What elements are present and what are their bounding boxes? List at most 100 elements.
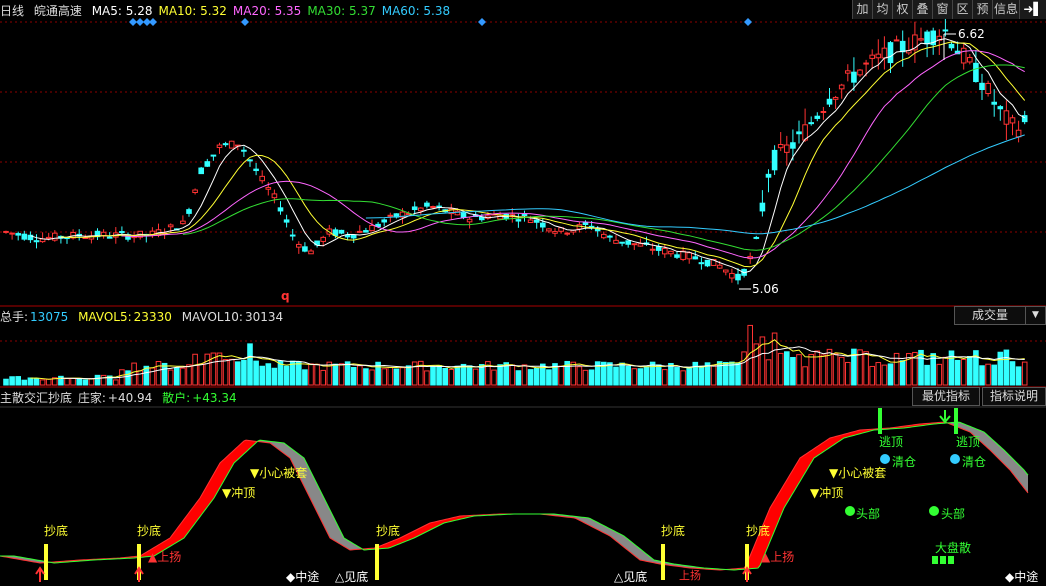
chaodi-bar xyxy=(661,544,665,580)
candle-body xyxy=(229,141,234,148)
volume-bar xyxy=(266,364,271,385)
signal-xiaoxin-1: ▼小心被套 xyxy=(250,464,307,481)
toolbar-info-button[interactable]: 信息 xyxy=(992,0,1019,19)
best-indicator-button[interactable]: 最优指标 xyxy=(912,387,980,406)
candle-body xyxy=(858,70,863,75)
volume-bar xyxy=(95,375,100,385)
toolbar-window-button[interactable]: 窗 xyxy=(932,0,952,19)
volume-bar xyxy=(364,369,369,385)
band-segment xyxy=(1026,473,1028,493)
candle-body xyxy=(583,223,588,225)
volume-bar xyxy=(370,370,375,385)
volume-bar xyxy=(242,360,247,385)
signal-shangyang-3: 上扬 xyxy=(679,567,701,583)
volume-bar xyxy=(833,354,838,385)
ma10-line xyxy=(61,42,1025,267)
volume-bar xyxy=(1010,362,1015,385)
volume-bar xyxy=(839,357,844,385)
band-segment xyxy=(796,461,798,488)
candle-body xyxy=(663,249,668,254)
main-force-label: 庄家: xyxy=(78,391,106,405)
volume-bar xyxy=(443,369,448,385)
volume-header: 总手:13075 MAVOL5:23330 MAVOL10:30134 xyxy=(0,308,289,325)
volume-bar xyxy=(809,354,814,385)
toolbar-rights-button[interactable]: 权 xyxy=(892,0,912,19)
volume-bar xyxy=(516,371,521,385)
signal-dapansan: 大盘散 xyxy=(935,539,971,556)
volume-bar xyxy=(693,362,698,385)
chaodi-bar xyxy=(375,544,379,580)
volume-bar xyxy=(34,378,39,385)
candle-body xyxy=(864,63,869,64)
candle-body xyxy=(968,58,973,62)
volume-bar xyxy=(22,380,27,385)
low-price-label: 5.06 xyxy=(752,282,779,296)
candle-body xyxy=(425,203,430,206)
volume-selector-label: 成交量 xyxy=(972,308,1008,322)
candle-body xyxy=(370,225,375,230)
q-marker: q xyxy=(281,289,290,303)
candle-body xyxy=(693,257,698,259)
volume-bar xyxy=(272,368,277,385)
volume-bar xyxy=(1004,350,1009,385)
volume-panel[interactable]: 总手:13075 MAVOL5:23330 MAVOL10:30134 成交量 … xyxy=(0,307,1046,388)
qingcang-dot-icon xyxy=(950,454,960,464)
band-segment xyxy=(212,474,214,501)
toolbar-average-button[interactable]: 均 xyxy=(872,0,892,19)
volume-bar xyxy=(71,378,76,385)
mavol5-label: MAVOL5: xyxy=(78,310,132,324)
candle-body xyxy=(284,220,289,222)
candle-body xyxy=(4,231,9,232)
indicator-panel[interactable]: 主散交汇抄底 庄家:+40.94 散户:+43.34 最优指标 指标说明 抄底 … xyxy=(0,388,1046,583)
volume-bar xyxy=(998,352,1003,385)
candle-body xyxy=(260,176,265,180)
candle-body xyxy=(22,234,27,239)
candle-body xyxy=(34,241,39,242)
candle-body xyxy=(364,231,369,233)
indicator-help-button[interactable]: 指标说明 xyxy=(982,387,1046,406)
ma-legend-item: MA60: 5.38 xyxy=(382,4,450,18)
mavol10-label: MAVOL10: xyxy=(182,310,243,324)
volume-bar xyxy=(59,376,64,385)
chaodi-bar xyxy=(44,544,48,580)
candle-body xyxy=(46,237,51,238)
volume-bar xyxy=(46,379,51,385)
toolbar-range-button[interactable]: 区 xyxy=(952,0,972,19)
band-segment xyxy=(308,466,310,498)
candle-body xyxy=(961,48,966,63)
price-chart-panel[interactable]: 6.625.06q 日线 皖通高速 MA5: 5.28MA10: 5.32MA2… xyxy=(0,0,1046,307)
candle-body xyxy=(943,30,948,31)
toolbar-add-button[interactable]: 加 xyxy=(852,0,872,19)
toolbar-forecast-button[interactable]: 预 xyxy=(972,0,992,19)
volume-bar xyxy=(522,365,527,385)
best-indicator-label: 最优指标 xyxy=(922,389,970,403)
candlestick-chart[interactable]: 6.625.06q xyxy=(0,0,1046,307)
volume-bar xyxy=(229,359,234,385)
candle-body xyxy=(309,251,314,254)
qingcang-dot-icon xyxy=(880,454,890,464)
volume-bar xyxy=(175,368,180,385)
band-segment xyxy=(1024,470,1026,490)
toubu-dot-icon xyxy=(845,506,855,516)
candle-body xyxy=(547,229,552,231)
signal-jiandi-2: △见底 xyxy=(614,568,647,585)
chevron-down-icon[interactable]: ▼ xyxy=(1025,306,1046,325)
candle-body xyxy=(565,233,570,234)
band-segment xyxy=(198,498,200,519)
candle-body xyxy=(199,168,204,174)
candle-body xyxy=(724,270,729,272)
candle-body xyxy=(266,187,271,189)
candle-body xyxy=(980,83,985,89)
candle-body xyxy=(461,213,466,218)
candle-body xyxy=(846,71,851,73)
candle-body xyxy=(602,234,607,237)
main-force-value: +40.94 xyxy=(108,391,152,405)
ma60-line xyxy=(366,135,1025,234)
candle-body xyxy=(217,145,222,147)
indicator-select-dropdown[interactable]: 成交量 xyxy=(954,306,1026,325)
toolbar-exit-icon[interactable]: ➜▌ xyxy=(1019,0,1046,19)
volume-bar xyxy=(815,351,820,385)
period-label: 日线 xyxy=(0,4,24,18)
candle-body xyxy=(852,72,857,82)
toolbar-overlay-button[interactable]: 叠 xyxy=(912,0,932,19)
